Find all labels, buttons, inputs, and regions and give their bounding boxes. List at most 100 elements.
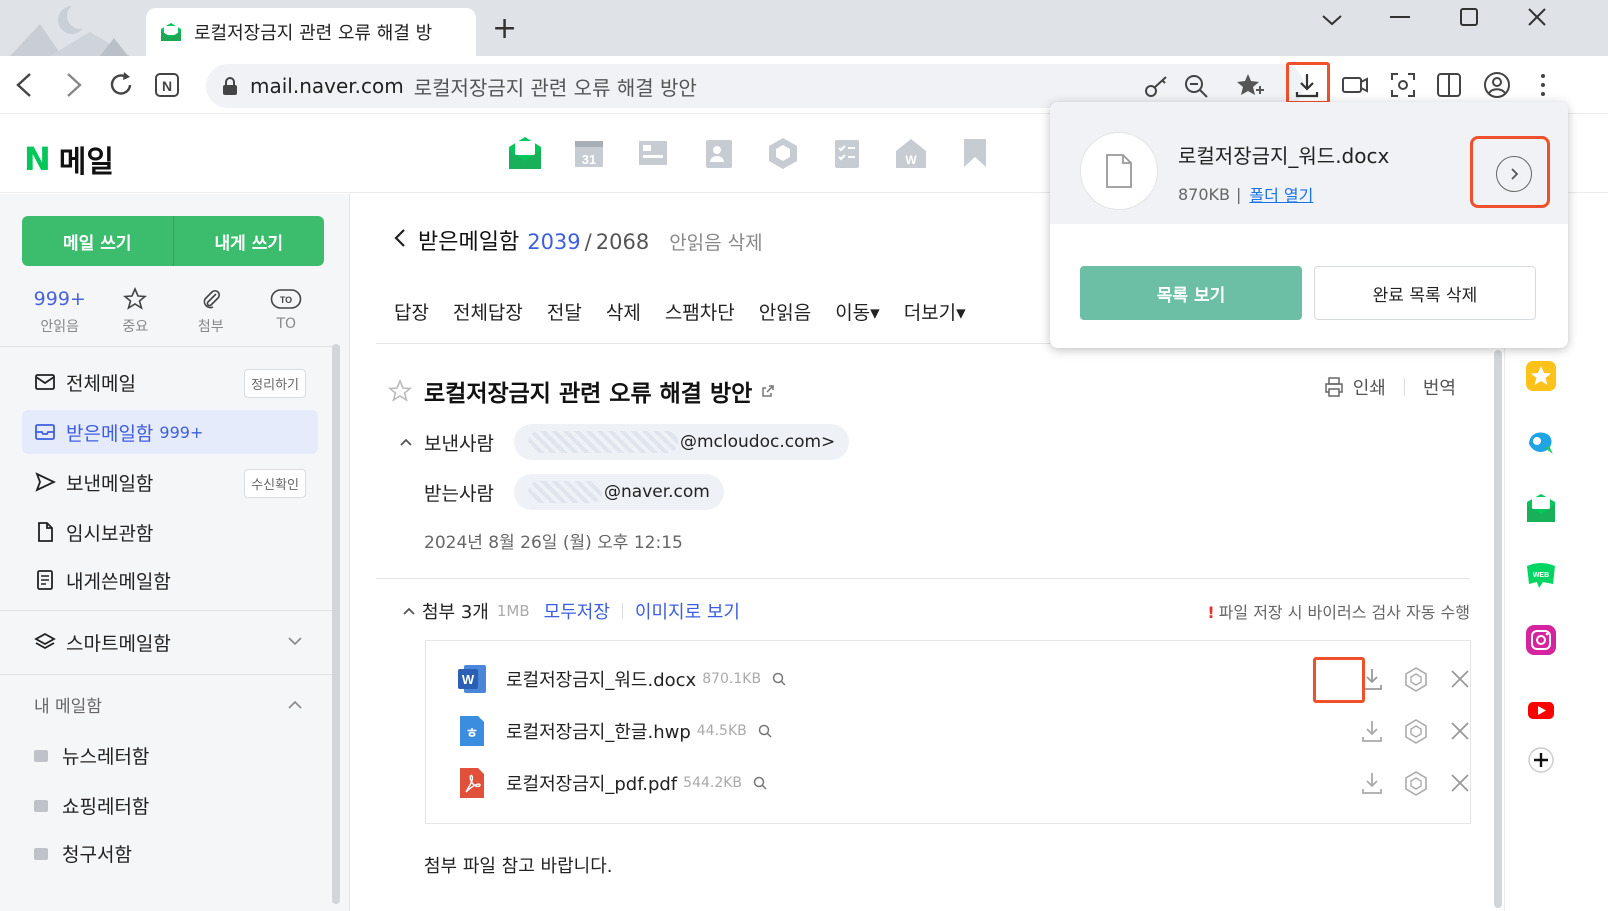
reply-all-button[interactable]: 전체답장 (453, 298, 523, 325)
attachment-name[interactable]: 로컬저장금지_pdf.pdf (506, 770, 677, 796)
zoom-out-icon[interactable] (1180, 70, 1212, 102)
forward-icon[interactable] (56, 68, 90, 102)
back-arrow-icon[interactable] (392, 227, 408, 249)
back-icon[interactable] (8, 68, 42, 102)
mybox-icon[interactable] (764, 135, 802, 171)
tab-search-chevron-icon[interactable] (1320, 12, 1344, 28)
sidebar-item-smart-mailbox[interactable]: 스마트메일함 (22, 620, 318, 664)
remove-attachment-icon[interactable] (1446, 665, 1474, 693)
quick-important[interactable]: 중요 (99, 286, 171, 336)
mybox-save-icon[interactable] (1402, 717, 1430, 745)
sidebar-scrollbar[interactable] (332, 344, 340, 904)
attachment-name[interactable]: 로컬저장금지_한글.hwp (506, 718, 691, 744)
save-all-link[interactable]: 모두저장 (544, 598, 610, 624)
external-link-icon[interactable] (760, 383, 776, 399)
content-scrollbar[interactable] (1494, 350, 1502, 908)
minimize-icon[interactable] (1388, 14, 1412, 20)
download-icon[interactable] (1358, 717, 1386, 745)
delete-button[interactable]: 삭제 (606, 298, 641, 325)
close-window-icon[interactable] (1526, 6, 1548, 28)
remove-attachment-icon[interactable] (1446, 717, 1474, 745)
naver-mail-logo[interactable]: N 메일 (24, 137, 114, 181)
collapse-chevron-icon[interactable] (396, 434, 416, 450)
preview-magnifier-icon[interactable] (757, 723, 773, 739)
read-receipt-button[interactable]: 수신확인 (244, 469, 306, 498)
split-view-icon[interactable] (1432, 68, 1466, 102)
sidebar-item-sent[interactable]: 보낸메일함 수신확인 (22, 460, 318, 504)
bookmark-flag-icon[interactable] (956, 135, 994, 171)
add-app-icon[interactable] (1525, 744, 1557, 776)
preview-magnifier-icon[interactable] (771, 671, 787, 687)
download-icon[interactable] (1358, 769, 1386, 797)
view-downloads-button[interactable]: 목록 보기 (1080, 266, 1302, 320)
password-key-icon[interactable] (1140, 70, 1172, 102)
profile-icon[interactable] (1480, 68, 1514, 102)
sidebar-item-drafts[interactable]: 임시보관함 (22, 510, 318, 554)
whale-app-icon[interactable] (1525, 426, 1557, 458)
mybox-save-icon[interactable] (1402, 769, 1430, 797)
sidebar-item-all-mail[interactable]: 전체메일 정리하기 (22, 360, 318, 404)
more-dropdown[interactable]: 더보기▾ (904, 298, 966, 325)
lock-icon[interactable] (222, 77, 238, 95)
contacts-icon[interactable] (700, 135, 738, 171)
translate-button[interactable]: 번역 (1423, 374, 1456, 400)
print-icon[interactable] (1323, 376, 1345, 398)
reply-button[interactable]: 답장 (394, 298, 429, 325)
move-dropdown[interactable]: 이동▾ (835, 298, 880, 325)
open-folder-link[interactable]: 폴더 열기 (1249, 182, 1313, 206)
sender-address[interactable]: @mcloudoc.com> (514, 424, 850, 460)
preview-magnifier-icon[interactable] (752, 775, 768, 791)
print-button[interactable]: 인쇄 (1353, 374, 1386, 400)
quick-to-me[interactable]: TO TO (250, 286, 322, 336)
naver-home-icon[interactable]: N (150, 68, 184, 102)
attachment-name[interactable]: 로컬저장금지_워드.docx (506, 666, 696, 692)
maximize-icon[interactable] (1458, 6, 1480, 28)
mybox-save-icon[interactable] (1402, 665, 1430, 693)
star-icon[interactable] (388, 379, 412, 403)
mark-unread-button[interactable]: 안읽음 (759, 298, 811, 325)
sidebar-item-inbox[interactable]: 받은메일함 999+ (22, 410, 318, 454)
collapse-chevron-icon[interactable] (396, 603, 422, 619)
calendar-icon[interactable]: 31 (570, 135, 608, 171)
attachment-row[interactable]: ㅎ 로컬저장금지_한글.hwp 44.5KB (456, 711, 1469, 751)
reload-icon[interactable] (104, 68, 138, 102)
camera-icon[interactable] (1338, 68, 1372, 102)
bookmark-star-icon[interactable] (1234, 70, 1266, 102)
write-to-self-button[interactable]: 내게 쓰기 (173, 216, 324, 266)
screen-capture-icon[interactable] (1386, 68, 1420, 102)
clear-completed-button[interactable]: 완료 목록 삭제 (1314, 266, 1536, 320)
favorites-star-icon[interactable] (1525, 360, 1557, 392)
folder-item[interactable]: 청구서함 (34, 840, 314, 867)
memo-icon[interactable] (634, 135, 672, 171)
kebab-menu-icon[interactable] (1526, 68, 1560, 102)
chevron-down-icon[interactable] (286, 632, 304, 650)
download-item[interactable]: 로컬저장금지_워드.docx 870KB | 폴더 열기 (1050, 102, 1568, 224)
mail-service-icon[interactable] (506, 135, 544, 171)
recipient-address[interactable]: @naver.com (514, 474, 724, 510)
new-tab-button[interactable]: + (492, 14, 517, 44)
office-icon[interactable]: W (892, 135, 930, 171)
folder-item[interactable]: 뉴스레터함 (34, 742, 314, 769)
quick-attachment[interactable]: 첨부 (175, 286, 247, 336)
delete-unread-button[interactable]: 안읽음 삭제 (669, 228, 762, 255)
naver-mail-app-icon[interactable] (1525, 492, 1557, 524)
webtoon-app-icon[interactable]: WEB (1525, 558, 1557, 590)
active-tab[interactable]: 로컬저장금지 관련 오류 해결 방 (146, 8, 476, 56)
folder-item[interactable]: 쇼핑레터함 (34, 792, 314, 819)
quick-unread[interactable]: 999+ 안읽음 (24, 286, 96, 336)
sidebar-item-self-mail[interactable]: 내게쓴메일함 (22, 558, 318, 602)
instagram-icon[interactable] (1525, 624, 1557, 656)
attachment-row[interactable]: 로컬저장금지_pdf.pdf 544.2KB (456, 763, 1469, 803)
view-as-image-link[interactable]: 이미지로 보기 (635, 598, 740, 624)
spam-block-button[interactable]: 스팸차단 (665, 298, 735, 325)
chevron-up-icon[interactable] (286, 696, 304, 714)
mail-subject: 로컬저장금지 관련 오류 해결 방안 (424, 381, 753, 407)
attachment-row[interactable]: W 로컬저장금지_워드.docx 870.1KB (456, 659, 1469, 699)
my-mailbox-section[interactable]: 내 메일함 (34, 692, 102, 717)
youtube-icon[interactable] (1525, 694, 1557, 726)
todo-icon[interactable] (828, 135, 866, 171)
forward-button[interactable]: 전달 (547, 298, 582, 325)
write-mail-button[interactable]: 메일 쓰기 (22, 216, 174, 266)
organize-button[interactable]: 정리하기 (244, 369, 306, 398)
remove-attachment-icon[interactable] (1446, 769, 1474, 797)
